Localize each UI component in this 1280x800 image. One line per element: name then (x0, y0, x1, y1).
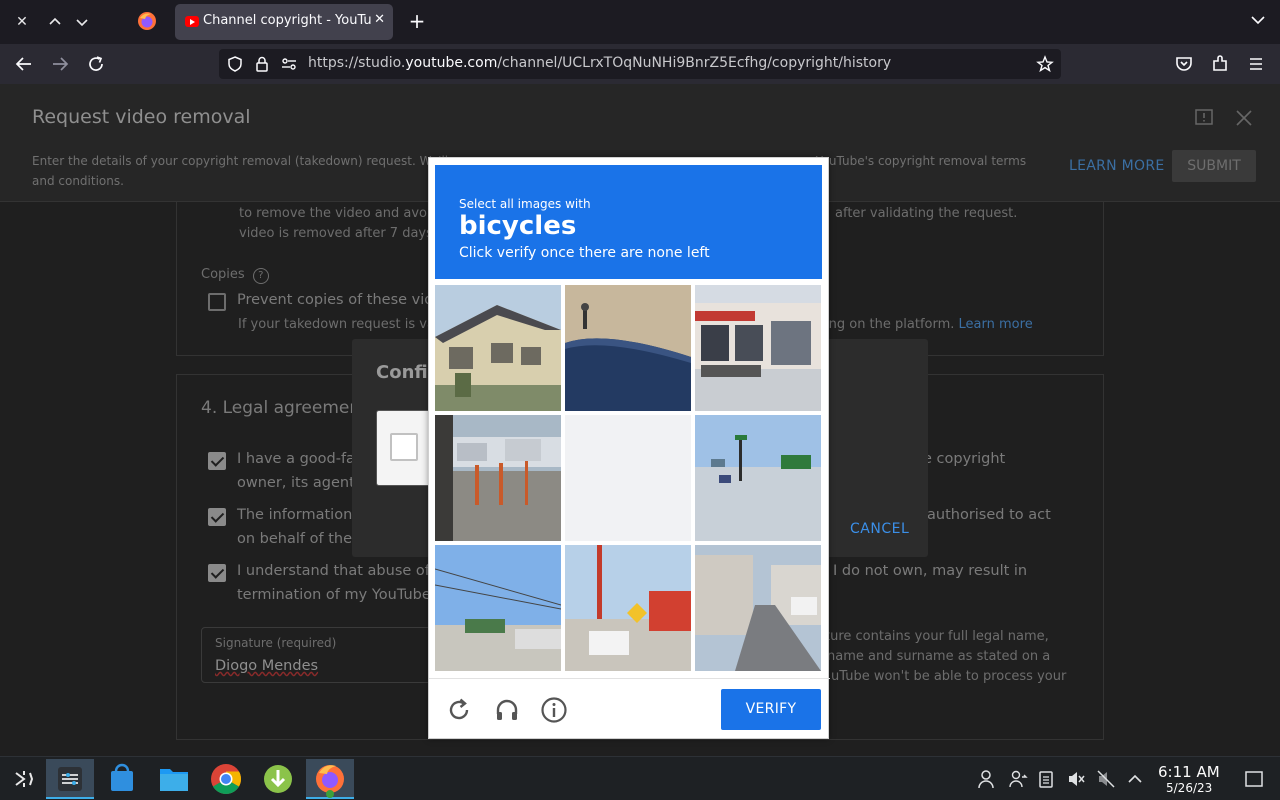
captcha-tile-5[interactable] (565, 415, 691, 541)
tray-expand-icon[interactable] (1125, 769, 1145, 789)
agreement-checkbox-2[interactable] (208, 508, 226, 526)
section-text: video is removed after 7 days. (239, 226, 438, 241)
signature-note: ture contains your full legal name, (825, 629, 1049, 644)
legal-heading: 4. Legal agreement (201, 398, 367, 418)
new-tab-button[interactable]: + (405, 8, 429, 34)
confirm-title: Confi (376, 362, 428, 383)
section-text: after validating the request. (835, 206, 1018, 221)
help-icon[interactable]: ? (252, 268, 269, 284)
taskbar-discover-icon[interactable] (98, 759, 146, 799)
taskbar-download-icon[interactable] (254, 759, 302, 799)
tab-channel-copyright[interactable]: Channel copyright - YouTube ✕ (175, 4, 393, 40)
tab-title: Channel copyright - YouTube (203, 13, 371, 28)
signature-value[interactable]: Diogo Mendes (215, 658, 318, 674)
feedback-icon[interactable] (1194, 108, 1214, 128)
signature-label: Signature (required) (215, 636, 337, 650)
taskbar-files-icon[interactable] (150, 759, 198, 799)
agreement-text: I have a good-fait (237, 451, 365, 467)
captcha-challenge: Select all images with bicycles Click ve… (428, 157, 830, 739)
volume-muted-icon[interactable] (1066, 769, 1086, 789)
submit-button[interactable]: SUBMIT (1172, 150, 1256, 182)
info-icon[interactable] (540, 696, 568, 724)
captcha-tile-7[interactable] (435, 545, 561, 671)
captcha-target: bicycles (459, 211, 577, 241)
lock-icon[interactable] (253, 55, 271, 73)
agreement-text: I understand that abuse of th (237, 563, 450, 579)
bookmark-star-icon[interactable] (1036, 55, 1054, 73)
captcha-footer-divider (429, 678, 830, 679)
agreement-checkbox-1[interactable] (208, 452, 226, 470)
switch-user-icon[interactable] (1008, 769, 1028, 789)
captcha-hint: Click verify once there are none left (459, 245, 710, 261)
captcha-tile-8[interactable] (565, 545, 691, 671)
recaptcha-widget[interactable] (376, 410, 436, 486)
captcha-tile-2[interactable] (565, 285, 691, 411)
audio-challenge-icon[interactable] (493, 696, 521, 724)
youtube-icon (185, 16, 199, 27)
cancel-button[interactable]: CANCEL (850, 521, 909, 537)
agreement-text: The information i (237, 507, 361, 523)
recaptcha-checkbox[interactable] (390, 433, 418, 461)
copies-label: Copies ? (201, 267, 269, 284)
agreement-text: I do not own, may result in (833, 563, 1028, 579)
prevent-copies-note: If your takedown request is valid, (238, 317, 455, 332)
chevron-down-icon[interactable] (70, 10, 94, 34)
signature-note: name and surname as stated on a (827, 649, 1051, 664)
extensions-icon[interactable] (1208, 52, 1232, 76)
clock-time[interactable]: 6:11 AM (1158, 763, 1220, 781)
show-desktop-icon[interactable] (1244, 769, 1264, 789)
chevron-up-icon[interactable] (43, 10, 67, 34)
taskbar: 6:11 AM 5/26/23 (0, 756, 1280, 800)
reload-icon[interactable] (84, 52, 108, 76)
agreement-text: authorised to act (927, 507, 1051, 523)
captcha-tile-9[interactable] (695, 545, 821, 671)
learn-more-link[interactable]: Learn more (959, 317, 1033, 332)
signature-field[interactable]: Signature (required) Diogo Mendes (201, 627, 441, 683)
firefox-tab-icon[interactable] (136, 10, 158, 32)
tab-close-icon[interactable]: ✕ (374, 12, 385, 27)
permissions-icon[interactable] (280, 55, 298, 73)
close-dialog-icon[interactable] (1234, 108, 1254, 128)
captcha-tile-1[interactable] (435, 285, 561, 411)
user-icon[interactable] (976, 769, 996, 789)
prevent-copies-note: ing on the platform. Learn more (825, 317, 1033, 332)
app-launcher-icon[interactable] (0, 759, 48, 799)
agreement-text: on behalf of the c (237, 531, 365, 547)
prevent-copies-label: Prevent copies of these video (237, 292, 452, 308)
taskbar-system-settings-icon[interactable] (46, 759, 94, 799)
url-bar[interactable]: https://studio.youtube.com/channel/UCLrx… (219, 49, 1061, 79)
verify-button[interactable]: VERIFY (721, 689, 821, 730)
taskbar-chrome-icon[interactable] (202, 759, 250, 799)
list-tabs-icon[interactable] (1248, 10, 1268, 30)
shield-icon[interactable] (226, 55, 244, 73)
captcha-instruction: Select all images with (459, 197, 591, 211)
close-window-icon[interactable]: ✕ (10, 10, 34, 34)
agreement-text: owner, its agent o (237, 475, 369, 491)
nav-bar: https://studio.youtube.com/channel/UCLrx… (0, 44, 1280, 84)
agreement-checkbox-3[interactable] (208, 564, 226, 582)
clipboard-icon[interactable] (1036, 769, 1056, 789)
prevent-copies-checkbox[interactable] (208, 293, 226, 311)
learn-more-link[interactable]: LEARN MORE (1069, 158, 1165, 174)
forward-icon[interactable] (48, 52, 72, 76)
clock-date[interactable]: 5/26/23 (1166, 781, 1212, 795)
back-icon[interactable] (12, 52, 36, 76)
reload-challenge-icon[interactable] (445, 696, 473, 724)
menu-icon[interactable] (1244, 52, 1268, 76)
pocket-icon[interactable] (1172, 52, 1196, 76)
captcha-tile-3[interactable] (695, 285, 821, 411)
captcha-tile-4[interactable] (435, 415, 561, 541)
page-title: Request video removal (32, 106, 251, 128)
captcha-header: Select all images with bicycles Click ve… (435, 165, 822, 279)
url-text[interactable]: https://studio.youtube.com/channel/UCLrx… (308, 55, 891, 71)
microphone-muted-icon[interactable] (1096, 769, 1116, 789)
captcha-tile-6[interactable] (695, 415, 821, 541)
agreement-text: e copyright (923, 451, 1006, 467)
taskbar-firefox-icon[interactable] (306, 759, 354, 799)
tab-bar: ✕ Channel copyright - YouTube ✕ + (0, 0, 1280, 44)
signature-note: uTube won't be able to process your (831, 669, 1067, 684)
agreement-text: termination of my YouTube a (237, 587, 445, 603)
